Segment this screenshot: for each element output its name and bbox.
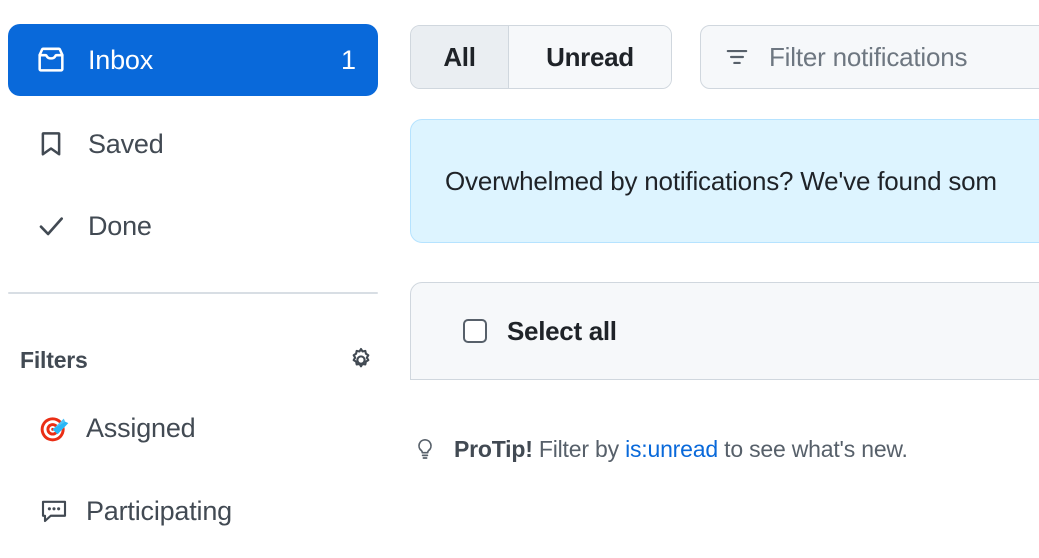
sidebar-filter-label: Participating [86, 495, 232, 526]
notifications-info-banner: Overwhelmed by notifications? We've foun… [410, 119, 1039, 243]
tab-all[interactable]: All [411, 26, 509, 88]
protip: ProTip! Filter by is:unread to see what'… [412, 432, 908, 466]
bookmark-icon [34, 127, 68, 161]
protip-label: ProTip! [454, 435, 533, 462]
filter-notifications-placeholder: Filter notifications [769, 41, 968, 72]
inbox-icon [34, 43, 68, 77]
main-content: All Unread Filter notifications Overwhel… [400, 0, 1039, 558]
sidebar-divider [8, 292, 378, 294]
protip-text: ProTip! Filter by is:unread to see what'… [454, 436, 908, 463]
filters-title: Filters [20, 346, 88, 373]
select-all-bar: Select all [410, 282, 1039, 380]
sidebar-filter-participating[interactable]: Participating [36, 488, 232, 534]
sidebar-item-label: Done [88, 210, 152, 241]
notifications-page: Inbox 1 Saved Done Filters Assigned Part… [0, 0, 1039, 558]
select-all-checkbox[interactable] [463, 319, 487, 343]
sidebar-item-done[interactable]: Done [8, 190, 378, 262]
gear-icon[interactable] [344, 343, 378, 377]
protip-filter-link[interactable]: is:unread [625, 436, 718, 462]
filter-notifications-input[interactable]: Filter notifications [700, 25, 1039, 89]
inbox-unread-count: 1 [340, 44, 356, 75]
sidebar-item-inbox[interactable]: Inbox 1 [8, 24, 378, 96]
check-icon [34, 209, 68, 243]
protip-text-before: Filter by [538, 435, 619, 462]
select-all-label[interactable]: Select all [507, 316, 617, 347]
sidebar-filter-label: Assigned [86, 412, 196, 443]
notification-scope-tabs: All Unread [410, 25, 672, 89]
sidebar: Inbox 1 Saved Done Filters Assigned Part… [0, 0, 400, 558]
sidebar-item-label: Saved [88, 128, 164, 159]
tab-unread[interactable]: Unread [509, 26, 671, 88]
target-icon [36, 410, 72, 446]
sidebar-item-saved[interactable]: Saved [8, 108, 378, 180]
info-banner-text: Overwhelmed by notifications? We've foun… [445, 165, 997, 196]
light-bulb-icon [412, 436, 438, 462]
filter-icon [723, 43, 751, 71]
protip-text-after: to see what's new. [724, 435, 908, 462]
sidebar-filter-assigned[interactable]: Assigned [36, 405, 196, 451]
comment-discussion-icon [36, 493, 72, 529]
sidebar-item-label: Inbox [88, 44, 154, 75]
filters-section-header: Filters [20, 342, 378, 378]
